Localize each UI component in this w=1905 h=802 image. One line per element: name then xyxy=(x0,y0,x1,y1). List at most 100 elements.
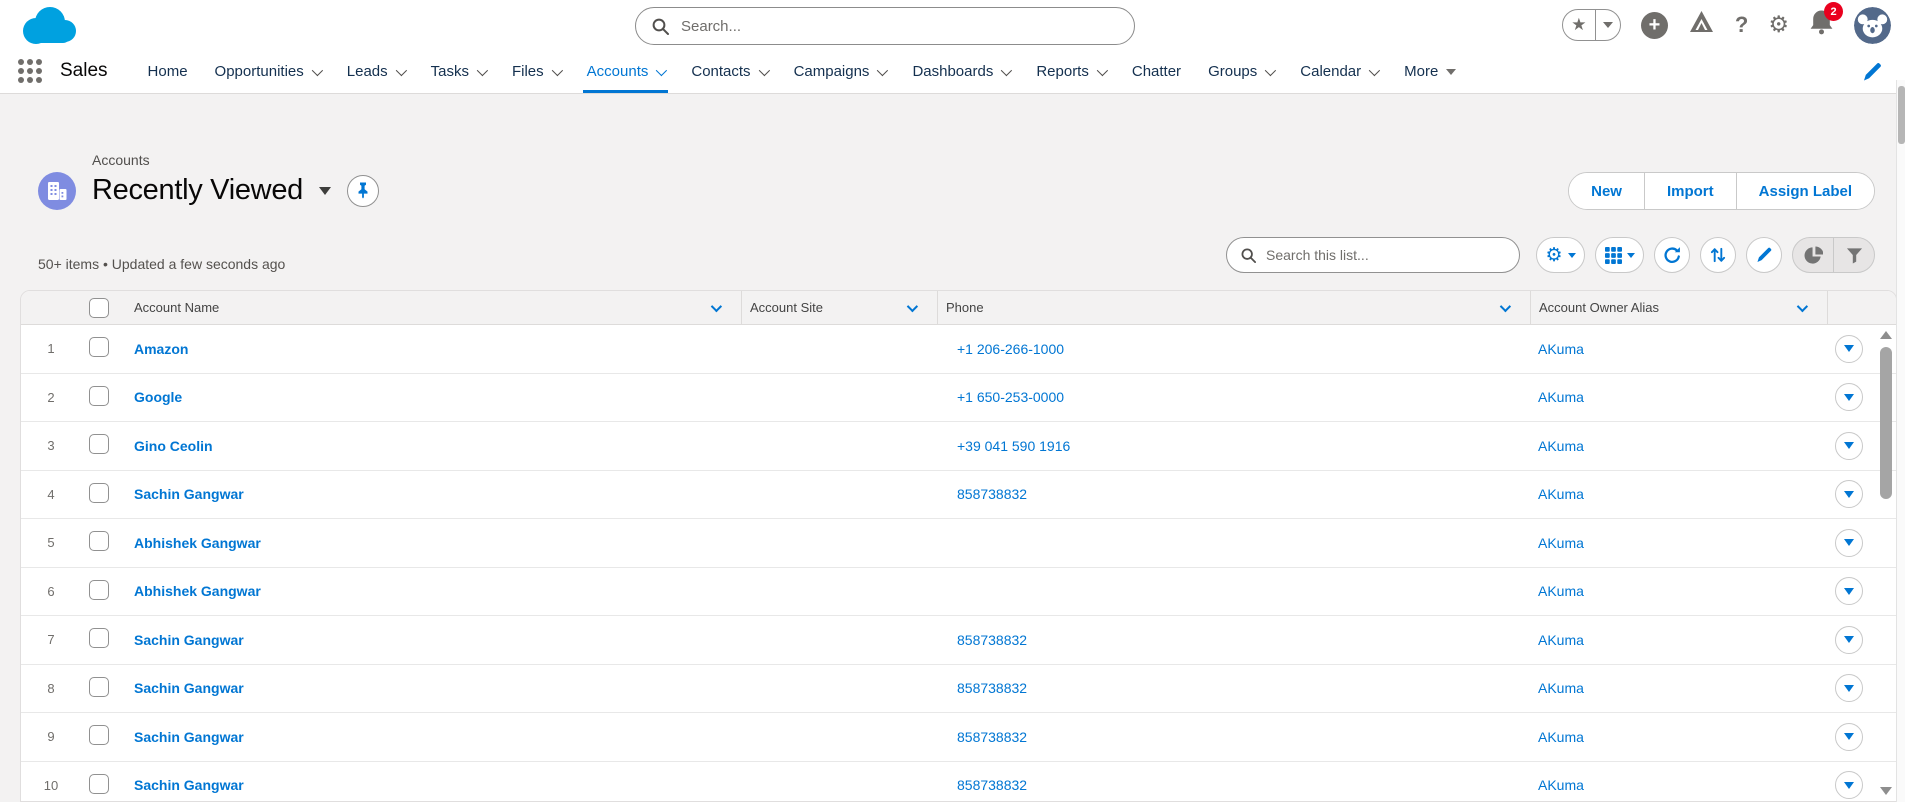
nav-item-calendar[interactable]: Calendar xyxy=(1300,50,1377,93)
assign-label-button[interactable]: Assign Label xyxy=(1737,173,1874,209)
account-name-link[interactable]: Abhishek Gangwar xyxy=(134,583,261,599)
owner-alias-link[interactable]: AKuma xyxy=(1538,341,1584,357)
row-actions-button[interactable] xyxy=(1835,383,1863,411)
edit-nav-pencil-icon[interactable] xyxy=(1861,61,1883,88)
nav-item-contacts[interactable]: Contacts xyxy=(691,50,766,93)
scrollbar-thumb[interactable] xyxy=(1880,347,1892,499)
nav-item-tasks[interactable]: Tasks xyxy=(431,50,485,93)
phone-link[interactable]: 858738832 xyxy=(957,680,1027,696)
inline-edit-button[interactable] xyxy=(1746,237,1782,273)
account-name-link[interactable]: Sachin Gangwar xyxy=(134,777,244,793)
refresh-button[interactable] xyxy=(1654,237,1690,273)
column-header-phone[interactable]: Phone xyxy=(937,291,1530,325)
scroll-down-arrow-icon[interactable] xyxy=(1880,787,1892,795)
nav-item-leads[interactable]: Leads xyxy=(347,50,404,93)
account-name-link[interactable]: Amazon xyxy=(134,341,188,357)
owner-alias-link[interactable]: AKuma xyxy=(1538,535,1584,551)
owner-alias-link[interactable]: AKuma xyxy=(1538,583,1584,599)
column-header-account-name[interactable]: Account Name xyxy=(126,291,741,325)
account-name-link[interactable]: Gino Ceolin xyxy=(134,438,213,454)
import-button[interactable]: Import xyxy=(1645,173,1737,209)
row-checkbox[interactable] xyxy=(89,774,109,794)
list-view-selector-caret[interactable] xyxy=(319,187,331,195)
row-actions-button[interactable] xyxy=(1835,771,1863,799)
owner-alias-link[interactable]: AKuma xyxy=(1538,632,1584,648)
row-actions-button[interactable] xyxy=(1835,432,1863,460)
help-icon[interactable]: ? xyxy=(1735,12,1748,38)
display-as-button[interactable] xyxy=(1595,237,1644,273)
row-checkbox[interactable] xyxy=(89,483,109,503)
nav-item-campaigns[interactable]: Campaigns xyxy=(794,50,886,93)
row-checkbox[interactable] xyxy=(89,628,109,648)
notifications-bell-icon[interactable]: 2 xyxy=(1809,9,1834,41)
charts-button[interactable] xyxy=(1793,238,1833,272)
account-name-link[interactable]: Sachin Gangwar xyxy=(134,729,244,745)
pin-list-button[interactable] xyxy=(347,175,379,207)
global-header: ★ + ? ⚙ 2 xyxy=(0,0,1905,50)
phone-link[interactable]: 858738832 xyxy=(957,632,1027,648)
triangle-down-icon xyxy=(1844,394,1854,401)
setup-gear-icon[interactable]: ⚙ xyxy=(1768,14,1789,37)
row-checkbox[interactable] xyxy=(89,725,109,745)
global-search-input[interactable] xyxy=(681,18,1101,35)
list-view-controls-button[interactable]: ⚙ xyxy=(1536,237,1585,273)
owner-alias-link[interactable]: AKuma xyxy=(1538,777,1584,793)
scroll-up-arrow-icon[interactable] xyxy=(1880,331,1892,339)
nav-item-files[interactable]: Files xyxy=(512,50,560,93)
object-label: Accounts xyxy=(92,152,150,168)
favorites-star-icon[interactable]: ★ xyxy=(1563,15,1595,35)
owner-alias-link[interactable]: AKuma xyxy=(1538,389,1584,405)
row-actions-button[interactable] xyxy=(1835,529,1863,557)
global-actions-button[interactable]: + xyxy=(1641,12,1668,39)
favorites-dropdown-button[interactable] xyxy=(1596,22,1620,28)
column-header-account-site[interactable]: Account Site xyxy=(741,291,937,325)
filter-button[interactable] xyxy=(1834,238,1874,272)
page-scrollbar-thumb[interactable] xyxy=(1898,86,1905,144)
row-actions-button[interactable] xyxy=(1835,723,1863,751)
phone-link[interactable]: 858738832 xyxy=(957,777,1027,793)
user-avatar[interactable] xyxy=(1854,7,1891,44)
select-all-checkbox[interactable] xyxy=(89,298,109,318)
account-name-link[interactable]: Sachin Gangwar xyxy=(134,632,244,648)
row-actions-button[interactable] xyxy=(1835,577,1863,605)
table-row: 1Amazon+1 206-266-1000AKuma xyxy=(21,325,1896,374)
account-name-link[interactable]: Sachin Gangwar xyxy=(134,680,244,696)
nav-item-dashboards[interactable]: Dashboards xyxy=(912,50,1009,93)
owner-alias-link[interactable]: AKuma xyxy=(1538,680,1584,696)
phone-link[interactable]: 858738832 xyxy=(957,729,1027,745)
sort-button[interactable] xyxy=(1700,237,1736,273)
row-actions-button[interactable] xyxy=(1835,674,1863,702)
new-button[interactable]: New xyxy=(1569,173,1645,209)
owner-alias-link[interactable]: AKuma xyxy=(1538,486,1584,502)
nav-item-home[interactable]: Home xyxy=(148,50,188,93)
row-checkbox[interactable] xyxy=(89,677,109,697)
phone-link[interactable]: +1 650-253-0000 xyxy=(957,389,1064,405)
phone-link[interactable]: 858738832 xyxy=(957,486,1027,502)
nav-item-opportunities[interactable]: Opportunities xyxy=(215,50,320,93)
owner-alias-link[interactable]: AKuma xyxy=(1538,729,1584,745)
row-checkbox[interactable] xyxy=(89,434,109,454)
row-checkbox[interactable] xyxy=(89,531,109,551)
row-number: 9 xyxy=(21,729,81,744)
guidance-center-icon[interactable] xyxy=(1688,9,1715,41)
account-name-link[interactable]: Google xyxy=(134,389,182,405)
row-checkbox[interactable] xyxy=(89,337,109,357)
nav-item-more[interactable]: More xyxy=(1404,50,1456,93)
row-actions-button[interactable] xyxy=(1835,480,1863,508)
row-checkbox[interactable] xyxy=(89,580,109,600)
row-actions-button[interactable] xyxy=(1835,335,1863,363)
column-header-account-owner-alias[interactable]: Account Owner Alias xyxy=(1530,291,1827,325)
account-name-link[interactable]: Sachin Gangwar xyxy=(134,486,244,502)
nav-item-accounts[interactable]: Accounts xyxy=(587,50,665,93)
account-name-link[interactable]: Abhishek Gangwar xyxy=(134,535,261,551)
list-search-input[interactable] xyxy=(1266,247,1496,263)
row-actions-button[interactable] xyxy=(1835,626,1863,654)
phone-link[interactable]: +1 206-266-1000 xyxy=(957,341,1064,357)
nav-item-groups[interactable]: Groups xyxy=(1208,50,1273,93)
app-launcher-icon[interactable] xyxy=(18,59,44,85)
nav-item-reports[interactable]: Reports xyxy=(1036,50,1105,93)
row-checkbox[interactable] xyxy=(89,386,109,406)
nav-item-chatter[interactable]: Chatter xyxy=(1132,50,1181,93)
owner-alias-link[interactable]: AKuma xyxy=(1538,438,1584,454)
phone-link[interactable]: +39 041 590 1916 xyxy=(957,438,1070,454)
